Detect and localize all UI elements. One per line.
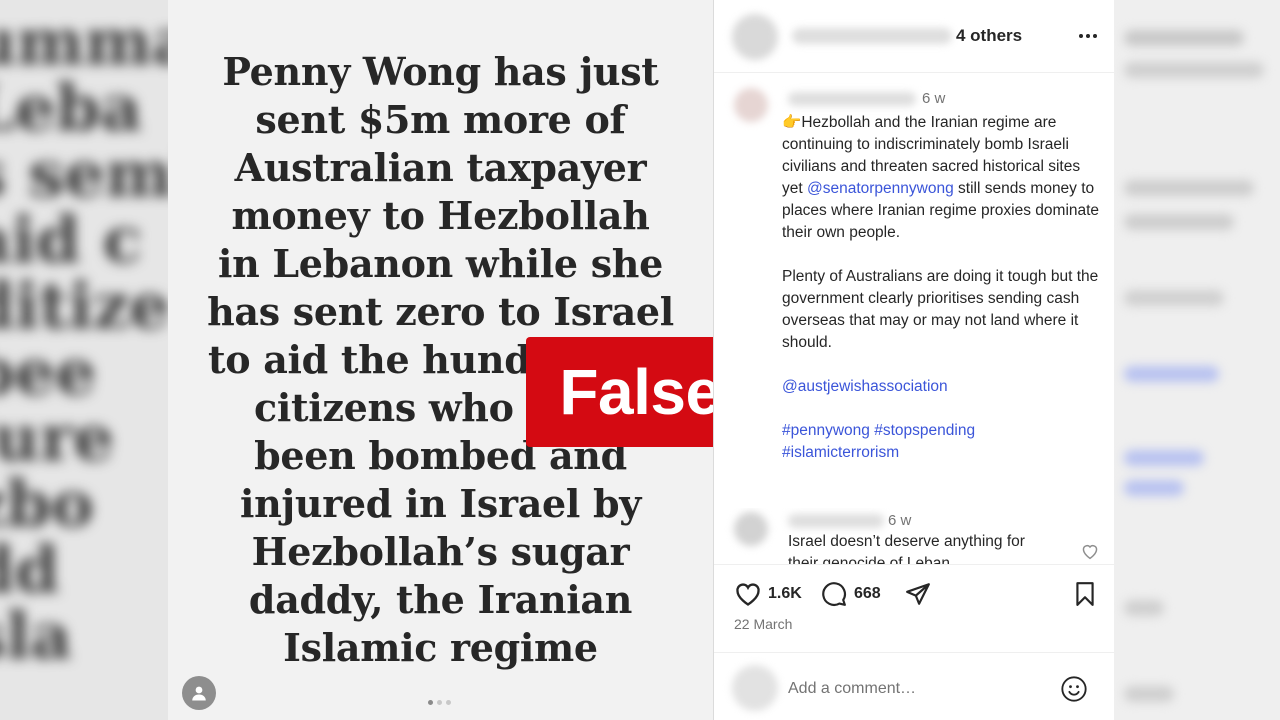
paper-plane-icon: [906, 583, 930, 605]
collaborators-label[interactable]: 4 others: [956, 26, 1022, 46]
like-count: 1.6K: [768, 585, 802, 602]
bookmark-icon: [1076, 582, 1094, 606]
commenter-username[interactable]: [788, 514, 884, 528]
more-options-icon[interactable]: [1074, 24, 1102, 48]
smiley-icon[interactable]: [1060, 675, 1088, 708]
hashtag-link[interactable]: #islamicterrorism: [782, 444, 899, 461]
story-pagination: [428, 700, 451, 705]
blurred-background-text: ummaryLebas semiaid cditizebeejurezbodds…: [0, 5, 168, 674]
post-date: 22 March: [734, 616, 793, 632]
comment-text-cut: their genocide of Leban: [788, 555, 951, 564]
comment-like-icon[interactable]: [1080, 542, 1100, 564]
author-avatar[interactable]: [732, 14, 778, 60]
post-panel: 4 others 6 w 👉Hezbollah and the Iranian …: [713, 0, 1115, 720]
story-line: has sent zero to Israel: [207, 289, 674, 334]
heart-icon: [736, 583, 760, 606]
post-header: 4 others: [714, 0, 1115, 73]
add-comment-bar: Add a comment…: [714, 652, 1115, 720]
share-button[interactable]: [904, 581, 932, 607]
story-line: Penny Wong has just: [222, 49, 659, 94]
mention-link[interactable]: @austjewishassociation: [782, 378, 948, 395]
story-line: daddy, the Iranian: [248, 577, 633, 622]
story-line: Australian taxpayer: [234, 145, 647, 190]
pagination-dot: [446, 700, 451, 705]
like-button[interactable]: 1.6K: [734, 581, 802, 607]
caption-body: 👉Hezbollah and the Iranian regime are co…: [782, 112, 1102, 464]
caption-timestamp: 6 w: [922, 90, 946, 107]
fact-check-label: False: [559, 356, 721, 428]
post-actions: 1.6K 668 22 March: [714, 564, 1115, 652]
hashtag-link[interactable]: #stopspending: [874, 422, 975, 439]
comment-count: 668: [854, 585, 881, 602]
caption-username[interactable]: [788, 92, 916, 106]
blurred-background-left: ummaryLebas semiaid cditizebeejurezbodds…: [0, 0, 168, 720]
pagination-dot: [428, 700, 433, 705]
add-comment-input[interactable]: Add a comment…: [788, 680, 916, 698]
save-button[interactable]: [1072, 581, 1098, 607]
comment-timestamp: 6 w: [888, 512, 912, 529]
caption-avatar[interactable]: [734, 88, 768, 122]
mention-link[interactable]: @senatorpennywong: [807, 180, 954, 197]
user-icon[interactable]: [182, 676, 216, 710]
comment-item: 6 w Israel doesn’t deserve anything for …: [714, 508, 1115, 564]
story-line: Hezbollah’s sugar: [251, 529, 630, 574]
pagination-dot: [437, 700, 442, 705]
pointing-hand-icon: 👉: [782, 114, 802, 131]
comment-button[interactable]: 668: [820, 581, 881, 607]
caption-paragraph: 👉Hezbollah and the Iranian regime are co…: [782, 112, 1102, 244]
comment-bubble-icon: [822, 582, 846, 607]
caption-paragraph: Plenty of Australians are doing it tough…: [782, 268, 1099, 351]
author-username[interactable]: [792, 28, 952, 44]
story-line: sent $5m more of: [255, 97, 626, 142]
story-line: Islamic regime: [283, 625, 598, 670]
commenter-avatar[interactable]: [734, 512, 768, 546]
comment-text: Israel doesn’t deserve anything for: [788, 533, 1025, 550]
hashtag-link[interactable]: #pennywong: [782, 422, 870, 439]
story-line: injured in Israel by: [239, 481, 642, 526]
story-line: money to Hezbollah: [231, 193, 650, 238]
current-user-avatar[interactable]: [732, 665, 778, 711]
story-line: in Lebanon while she: [217, 241, 664, 286]
blurred-background-right: [1114, 0, 1280, 720]
